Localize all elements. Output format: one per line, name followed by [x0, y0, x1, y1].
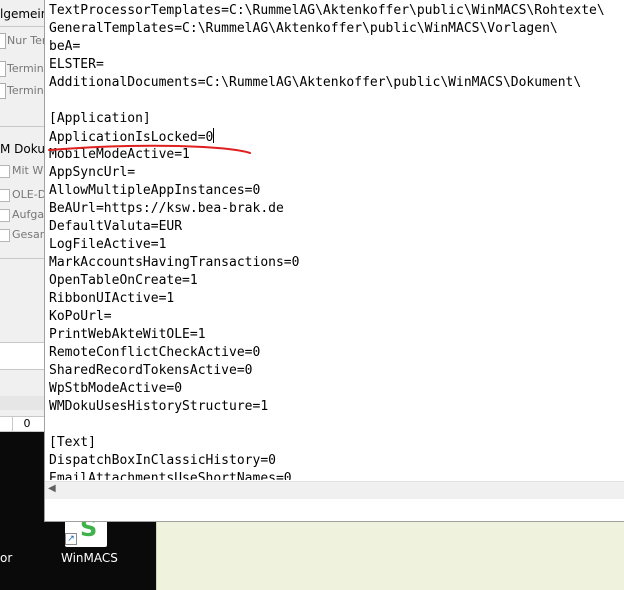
desktop-background-right: [156, 522, 624, 590]
editor-line: PrintWebAkteWitOLE=1: [49, 327, 206, 342]
bg-checkbox-label: Aufgab: [12, 208, 46, 221]
editor-line: RibbonUIActive=1: [49, 291, 175, 306]
editor-line: AdditionalDocuments=C:\RummelAG\Aktenkof…: [49, 75, 582, 90]
editor-line: SharedRecordTokensActive=0: [49, 363, 253, 378]
checkbox[interactable]: [0, 208, 10, 222]
bg-tab-general[interactable]: lgemein: [0, 4, 46, 24]
bg-scrollbar[interactable]: [0, 396, 46, 410]
text-caret: [213, 128, 215, 143]
checkbox[interactable]: [0, 228, 10, 242]
bg-option-row[interactable]: Termin: [0, 60, 44, 78]
shortcut-arrow-icon: ↗: [65, 533, 77, 545]
editor-line: TextProcessorTemplates=C:\RummelAG\Akten…: [49, 3, 605, 18]
bg-option-row[interactable]: Termin: [0, 82, 44, 100]
editor-line: DispatchBoxInClassicHistory=0: [49, 453, 276, 468]
checkbox[interactable]: [0, 188, 10, 202]
editor-line: ApplicationIsLocked=0: [49, 128, 215, 145]
editor-line: RemoteConflictCheckActive=0: [49, 345, 261, 360]
editor-line: AllowMultipleAppInstances=0: [49, 183, 261, 198]
bg-checkbox-row[interactable]: Mit WM: [0, 162, 46, 180]
bg-option-label: Termin: [7, 62, 44, 75]
editor-line: MobileModeActive=1: [49, 147, 190, 162]
editor-line: EmailAttachmentsUseShortNames=0: [49, 471, 292, 480]
editor-text-area[interactable]: TextProcessorTemplates=C:\RummelAG\Akten…: [49, 2, 624, 480]
bg-checkbox-row[interactable]: Aufgab: [0, 206, 46, 224]
background-app-window: lgemein Nur Ter Termin Termin M Doku Mit…: [0, 0, 46, 432]
editor-line: [Application]: [49, 111, 151, 126]
editor-line: WpStbModeActive=0: [49, 381, 183, 396]
editor-line: MarkAccountsHavingTransactions=0: [49, 255, 300, 270]
winmacs-shortcut-label[interactable]: WinMACS: [61, 551, 118, 565]
radio-box[interactable]: [0, 83, 6, 99]
bg-section-label: M Doku: [0, 142, 45, 156]
radio-box[interactable]: [0, 61, 6, 77]
bg-option-label: Termin: [7, 84, 44, 97]
bg-input-field[interactable]: [0, 342, 46, 370]
text-editor-window: TextProcessorTemplates=C:\RummelAG\Akten…: [44, 0, 624, 522]
bg-divider: [0, 258, 46, 259]
editor-line: LogFileActive=1: [49, 237, 167, 252]
bg-option-row[interactable]: Nur Ter: [0, 32, 46, 50]
scroll-left-arrow-icon[interactable]: ◀: [48, 483, 56, 494]
bg-checkbox-row[interactable]: Gesam: [0, 226, 46, 244]
editor-line: GeneralTemplates=C:\RummelAG\Aktenkoffer…: [49, 21, 558, 36]
editor-line: KoPoUrl=: [49, 309, 112, 324]
bg-divider: [0, 26, 46, 27]
bg-grid-cell: 0: [12, 417, 41, 431]
bg-checkbox-label: Mit WM: [12, 164, 46, 177]
editor-line: beA=: [49, 39, 81, 54]
bg-checkbox-label: OLE-D: [12, 188, 46, 201]
bg-grid-row: 0: [0, 416, 46, 432]
horizontal-scrollbar[interactable]: ◀: [45, 481, 624, 499]
editor-line: [Text]: [49, 435, 96, 450]
bg-checkbox-row[interactable]: OLE-D: [0, 186, 46, 204]
editor-line: BeAUrl=https://ksw.bea-brak.de: [49, 201, 284, 216]
editor-line: OpenTableOnCreate=1: [49, 273, 198, 288]
bg-checkbox-label: Gesam: [12, 228, 46, 241]
desktop-partial-label: or: [0, 551, 13, 565]
radio-box[interactable]: [0, 33, 6, 49]
bg-option-label: Nur Ter: [7, 34, 46, 47]
checkbox[interactable]: [0, 164, 10, 178]
editor-line: AppSyncUrl=: [49, 165, 136, 180]
bg-divider: [0, 126, 46, 127]
editor-line: DefaultValuta=EUR: [49, 219, 183, 234]
editor-line: WMDokuUsesHistoryStructure=1: [49, 399, 269, 414]
editor-line: ELSTER=: [49, 57, 104, 72]
